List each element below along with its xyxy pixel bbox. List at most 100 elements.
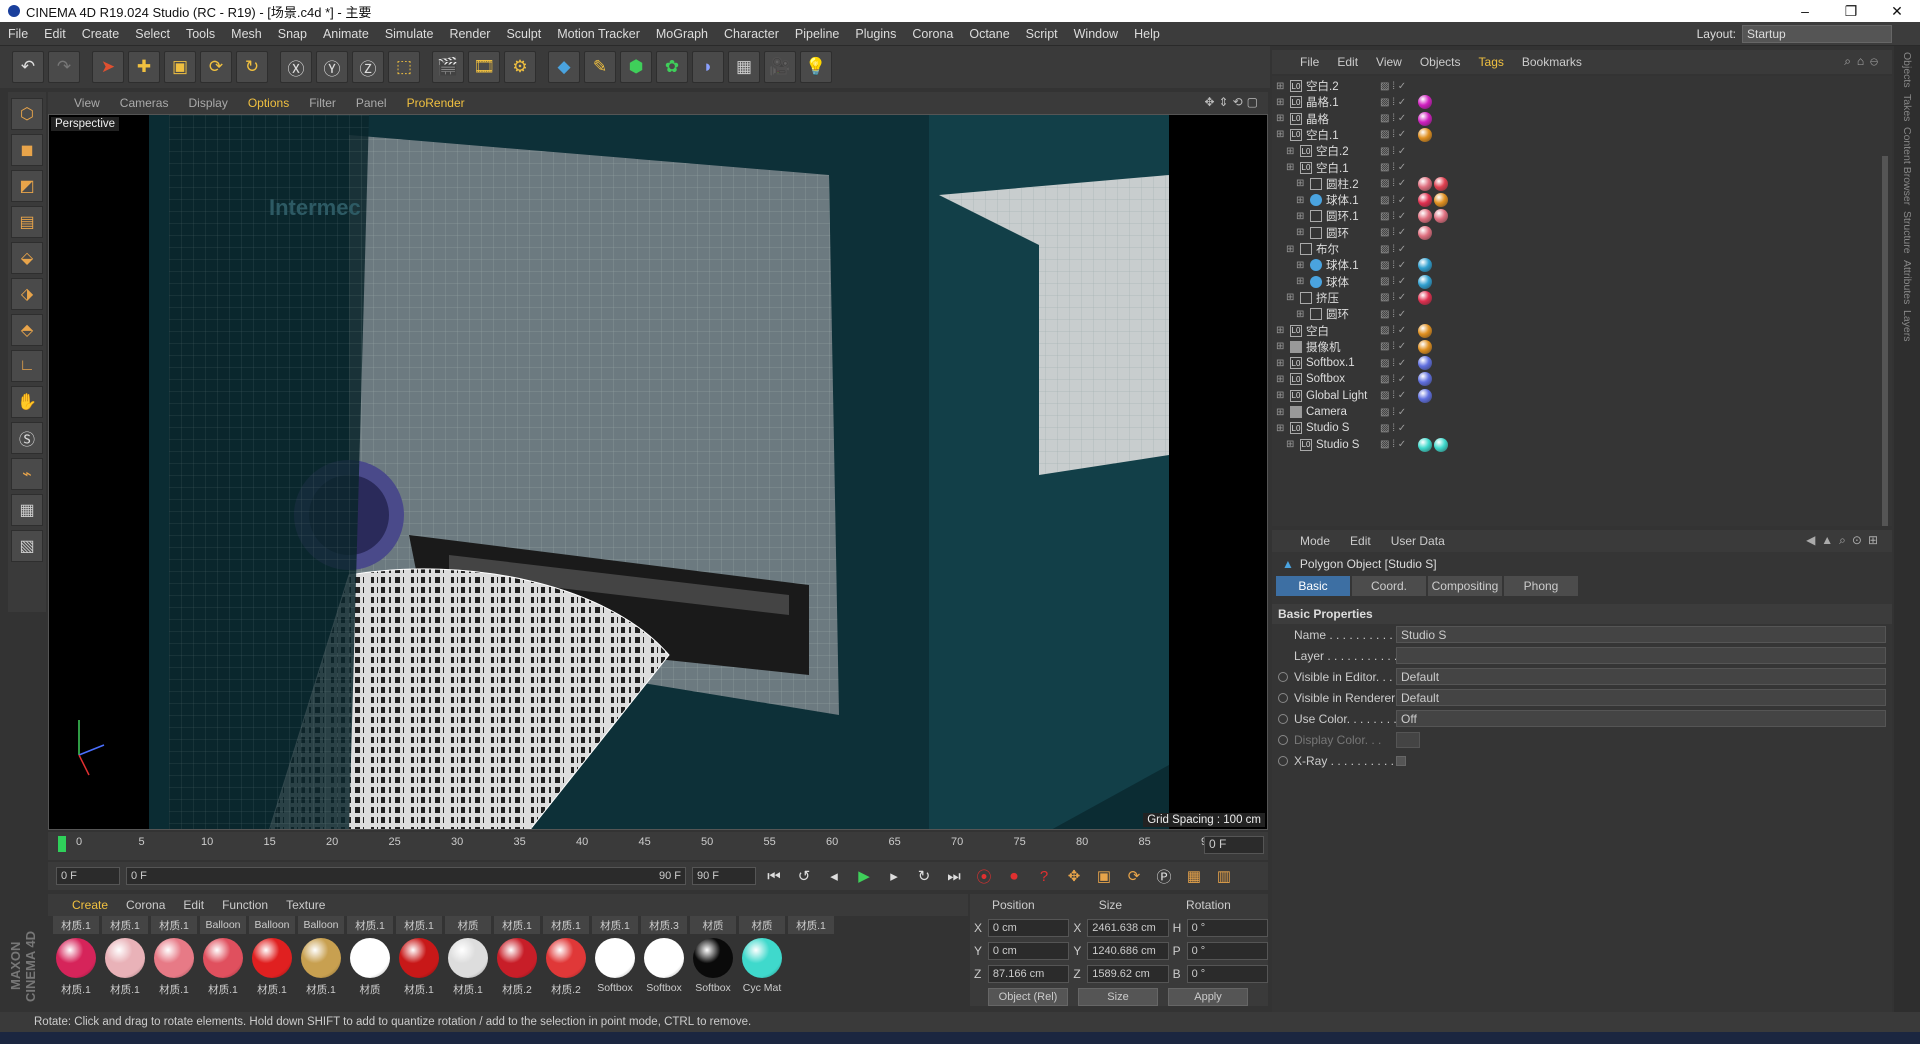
key-param-icon[interactable]: Ⓟ <box>1152 864 1176 888</box>
x-axis-icon[interactable]: Ⓧ <box>280 51 312 83</box>
visibility-flags-icon[interactable]: ▨ ⁞ ✓ <box>1380 129 1406 140</box>
go-to-start-icon[interactable]: ⏮ <box>762 864 786 888</box>
visibility-flags-icon[interactable]: ▨ ⁞ ✓ <box>1380 374 1406 385</box>
tree-expand-icon[interactable]: ⊞ <box>1276 423 1284 434</box>
obj-manager-search-icons[interactable]: ⌕⌂⊖ <box>1844 54 1884 69</box>
tree-expand-icon[interactable]: ⊞ <box>1296 309 1304 320</box>
render-picture-icon[interactable]: 🎞 <box>468 51 500 83</box>
tree-expand-icon[interactable]: ⊞ <box>1296 178 1304 189</box>
material-preview-ball[interactable] <box>644 938 684 978</box>
tree-expand-icon[interactable]: ⊞ <box>1276 358 1284 369</box>
tree-expand-icon[interactable]: ⊞ <box>1296 211 1304 222</box>
make-editable-icon[interactable]: ⬡ <box>11 98 43 130</box>
menu-file[interactable]: File <box>8 27 28 41</box>
timeline[interactable]: 051015202530354045505560657075808590 0 F <box>48 832 1268 860</box>
material-menu-create[interactable]: Create <box>72 898 108 912</box>
visibility-flags-icon[interactable]: ▨ ⁞ ✓ <box>1380 276 1406 287</box>
property-value-select[interactable]: Default <box>1396 689 1886 706</box>
material-tag-icon[interactable] <box>1434 209 1448 224</box>
visibility-flags-icon[interactable]: ▨ ⁞ ✓ <box>1380 439 1406 450</box>
record-keys-icon[interactable]: ⦿ <box>972 864 996 888</box>
select-tool-icon[interactable]: ➤ <box>92 51 124 83</box>
property-value-select[interactable]: Off <box>1396 710 1886 727</box>
viewport-camera-label[interactable]: Perspective <box>51 117 120 131</box>
material-tag-icon[interactable] <box>1418 95 1432 110</box>
material-preview-ball[interactable] <box>742 938 782 978</box>
menu-edit[interactable]: Edit <box>44 27 66 41</box>
prev-key-icon[interactable]: ↺ <box>792 864 816 888</box>
material-swatch[interactable]: 材质 Cyc Mat <box>738 916 786 1006</box>
frame-range-slider[interactable]: 0 F 90 F <box>126 867 686 885</box>
viewport-nav-icons[interactable]: ✥⇕⟲▢ <box>1204 95 1262 109</box>
material-preview-ball[interactable] <box>56 938 96 978</box>
tree-expand-icon[interactable]: ⊞ <box>1276 113 1284 124</box>
object-name[interactable]: Global Light <box>1306 390 1367 402</box>
material-tag-icon[interactable] <box>1434 437 1448 452</box>
material-swatch[interactable]: 材质.1 材质.1 <box>52 916 100 1006</box>
tree-expand-icon[interactable]: ⊞ <box>1276 390 1284 401</box>
rotation-z-field[interactable]: 0 ° <box>1186 964 1268 983</box>
property-value-text[interactable]: Studio S <box>1396 626 1886 643</box>
material-tag-icon[interactable] <box>1418 258 1432 273</box>
perspective-viewport[interactable]: Intermec Perspective Grid Spacing : 100 … <box>48 114 1268 830</box>
tree-expand-icon[interactable]: ⊞ <box>1286 439 1294 450</box>
visibility-flags-icon[interactable]: ▨ ⁞ ✓ <box>1380 260 1406 271</box>
material-preview-ball[interactable] <box>203 938 243 978</box>
y-axis-icon[interactable]: Ⓨ <box>316 51 348 83</box>
render-settings-icon[interactable]: ⚙ <box>504 51 536 83</box>
pen-spline-icon[interactable]: ✎ <box>584 51 616 83</box>
material-preview-ball[interactable] <box>595 938 635 978</box>
material-tag-icon[interactable] <box>1418 193 1432 208</box>
material-tag-icon[interactable] <box>1418 290 1432 305</box>
redo-icon[interactable]: ↷ <box>48 51 80 83</box>
visibility-flags-icon[interactable]: ▨ ⁞ ✓ <box>1380 407 1406 418</box>
material-preview-ball[interactable] <box>154 938 194 978</box>
tree-expand-icon[interactable]: ⊞ <box>1286 292 1294 303</box>
material-tag-icon[interactable] <box>1418 111 1432 126</box>
visibility-flags-icon[interactable]: ▨ ⁞ ✓ <box>1380 195 1406 206</box>
material-swatch[interactable]: 材质.1 材质.1 <box>101 916 149 1006</box>
keyframe-selection-icon[interactable]: ? <box>1032 864 1056 888</box>
scale-tool-icon[interactable]: ▣ <box>164 51 196 83</box>
position-x-field[interactable]: 0 cm <box>987 918 1070 937</box>
go-to-end-icon[interactable]: ⏭ <box>942 864 966 888</box>
lock-workplane-icon[interactable]: ▦ <box>11 494 43 526</box>
rotation-x-field[interactable]: 0 ° <box>1186 918 1268 937</box>
maximize-button[interactable]: ❐ <box>1828 0 1874 22</box>
side-tab-takes[interactable]: Takes <box>1901 94 1913 121</box>
floor-icon[interactable]: ▦ <box>728 51 760 83</box>
end-frame-field[interactable]: 90 F <box>692 867 756 885</box>
tree-expand-icon[interactable]: ⊞ <box>1286 146 1294 157</box>
material-tag-icon[interactable] <box>1418 225 1432 240</box>
size-z-field[interactable]: 1589.62 cm <box>1087 964 1169 983</box>
menu-pipeline[interactable]: Pipeline <box>795 27 839 41</box>
position-y-field[interactable]: 0 cm <box>987 941 1070 960</box>
material-swatch[interactable]: 材质.1 材质.2 <box>542 916 590 1006</box>
tree-expand-icon[interactable]: ⊞ <box>1276 341 1284 352</box>
object-name[interactable]: Studio S <box>1306 422 1366 434</box>
menu-select[interactable]: Select <box>135 27 170 41</box>
material-swatch[interactable]: 材质.1 Softbox <box>591 916 639 1006</box>
axis-mode-icon[interactable]: ∟ <box>11 350 43 382</box>
visibility-flags-icon[interactable]: ▨ ⁞ ✓ <box>1380 309 1406 320</box>
property-value-text[interactable] <box>1396 647 1886 664</box>
next-frame-icon[interactable]: ▸ <box>882 864 906 888</box>
material-tag-icon[interactable] <box>1418 339 1432 354</box>
material-tag-icon[interactable] <box>1434 176 1448 191</box>
attr-nav-icons[interactable]: ◀▲⌕⊙⊞ <box>1806 533 1884 548</box>
key-scale-icon[interactable]: ▣ <box>1092 864 1116 888</box>
deformer-icon[interactable]: ◗ <box>692 51 724 83</box>
obj-menu-edit[interactable]: Edit <box>1337 55 1358 69</box>
object-name[interactable]: Softbox.1 <box>1306 357 1366 369</box>
tree-expand-icon[interactable]: ⊞ <box>1296 227 1304 238</box>
play-icon[interactable]: ▶ <box>852 864 876 888</box>
visibility-flags-icon[interactable]: ▨ ⁞ ✓ <box>1380 81 1406 92</box>
material-swatch[interactable]: 材质.1 材质.1 <box>395 916 443 1006</box>
menu-mesh[interactable]: Mesh <box>231 27 262 41</box>
material-preview-ball[interactable] <box>693 938 733 978</box>
material-swatch[interactable]: Balloon 材质.1 <box>248 916 296 1006</box>
visibility-flags-icon[interactable]: ▨ ⁞ ✓ <box>1380 178 1406 189</box>
animation-radio-icon[interactable] <box>1278 671 1288 682</box>
menu-create[interactable]: Create <box>82 27 120 41</box>
material-swatch[interactable]: 材质.1 材质.2 <box>493 916 541 1006</box>
